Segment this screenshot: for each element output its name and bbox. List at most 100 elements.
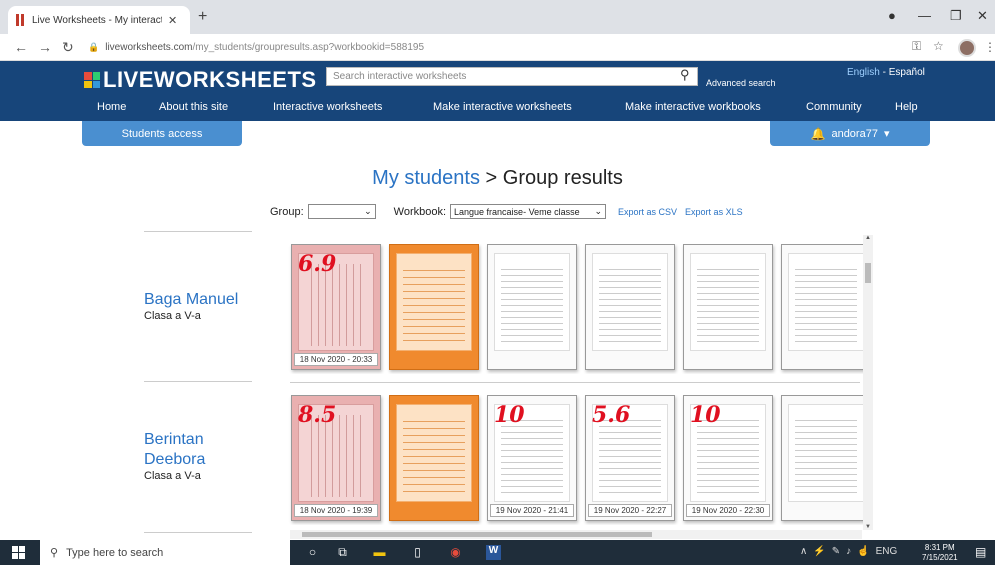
horizontal-scrollbar[interactable] [290, 530, 862, 539]
touch-icon[interactable]: ☝ [857, 546, 869, 557]
user-menu-button[interactable]: 🔔 andora77 ▾ [770, 121, 930, 146]
worksheet-score: 5.6 [592, 402, 631, 428]
star-icon[interactable]: ☆ [933, 39, 944, 53]
lang-english-link[interactable]: English [847, 67, 880, 78]
lock-icon: 🔒 [88, 42, 100, 52]
worksheet-content [501, 264, 563, 346]
chevron-down-icon: ⌄ [594, 206, 603, 216]
address-bar: ← → ↻ 🔒 liveworksheets.com/my_students/g… [0, 34, 995, 61]
browser-tab-strip: Live Worksheets - My interactive ✕ + ● —… [0, 0, 995, 34]
bell-icon: 🔔 [810, 126, 826, 141]
close-window-icon[interactable]: ✕ [977, 8, 988, 24]
scroll-down-icon[interactable]: ▼ [863, 524, 873, 530]
worksheet-card[interactable] [487, 244, 577, 370]
student-class: Clasa a V-a [144, 470, 201, 482]
scroll-thumb[interactable] [865, 263, 871, 283]
worksheet-card[interactable]: 10 19 Nov 2020 - 22:30 [683, 395, 773, 521]
scroll-thumb[interactable] [302, 532, 652, 537]
worksheet-score: 8.5 [298, 402, 337, 428]
worksheet-content [403, 415, 465, 497]
worksheet-card[interactable] [389, 244, 479, 370]
worksheet-date: 19 Nov 2020 - 22:27 [588, 504, 672, 517]
menu-icon[interactable]: ⋮ [984, 40, 995, 54]
new-tab-icon[interactable]: + [198, 8, 207, 26]
language-indicator[interactable]: ENG [876, 546, 898, 557]
nav-about[interactable]: About this site [159, 101, 228, 113]
group-select[interactable]: ⌄ [307, 204, 376, 219]
worksheet-score: 10 [494, 402, 525, 428]
volume-icon[interactable]: ♪ [846, 546, 851, 557]
worksheet-card[interactable] [585, 244, 675, 370]
logo-mark-icon [84, 72, 100, 88]
worksheet-card[interactable] [781, 244, 863, 370]
record-icon[interactable]: ● [888, 8, 896, 23]
pen-icon[interactable]: ✎ [832, 546, 840, 557]
site-logo[interactable]: LIVEWORKSHEETS [84, 67, 317, 93]
clock-time: 8:31 PM [924, 543, 955, 552]
worksheet-thumbnail [690, 253, 766, 351]
students-access-button[interactable]: Students access [82, 121, 242, 146]
cortana-icon[interactable]: ○ [305, 545, 320, 560]
nav-home[interactable]: Home [97, 101, 126, 113]
export-csv-link[interactable]: Export as CSV [618, 207, 677, 217]
word-icon[interactable]: W [486, 545, 501, 560]
forward-icon[interactable]: → [38, 39, 52, 55]
nav-make-worksheets[interactable]: Make interactive worksheets [433, 101, 572, 113]
key-icon[interactable]: ⚿ [912, 39, 921, 54]
logo-text: LIVEWORKSHEETS [103, 67, 317, 92]
student-entry: Berintan Deebora Clasa a V-a [144, 430, 205, 482]
reload-icon[interactable]: ↻ [62, 39, 74, 56]
nav-community[interactable]: Community [806, 101, 862, 113]
worksheet-card[interactable]: 5.6 19 Nov 2020 - 22:27 [585, 395, 675, 521]
nav-interactive-worksheets[interactable]: Interactive worksheets [273, 101, 382, 113]
worksheet-date: 19 Nov 2020 - 21:41 [490, 504, 574, 517]
language-switch: English - Español [847, 67, 925, 78]
workbook-select-value: Langue francaise- Veme classe [454, 206, 580, 217]
vertical-scrollbar[interactable]: ▲ ▼ [863, 235, 873, 530]
worksheet-card[interactable]: 8.5 18 Nov 2020 - 19:39 [291, 395, 381, 521]
caret-down-icon: ▾ [883, 128, 890, 140]
advanced-search-link[interactable]: Advanced search [706, 78, 776, 88]
chevron-up-icon[interactable]: ∧ [800, 546, 807, 557]
clock[interactable]: 8:31 PM 7/15/2021 [922, 543, 958, 563]
scroll-up-icon[interactable]: ▲ [863, 235, 873, 241]
username: andora77 [831, 127, 878, 140]
maximize-icon[interactable]: ❐ [950, 8, 962, 24]
profile-avatar[interactable] [958, 39, 976, 57]
file-explorer-icon[interactable]: ▬ [372, 545, 387, 560]
back-icon[interactable]: ← [14, 39, 28, 55]
search-icon: ⚲ [50, 547, 59, 559]
worksheet-content [599, 264, 661, 346]
chrome-icon[interactable]: ◉ [448, 545, 463, 560]
search-icon[interactable]: ⚲ [680, 67, 690, 83]
lang-espanol-link[interactable]: Español [889, 67, 925, 78]
tab-close-icon[interactable]: ✕ [168, 14, 177, 27]
worksheet-row: 8.5 18 Nov 2020 - 19:39 10 19 Nov 2020 - 21… [288, 395, 863, 525]
worksheet-score: 10 [690, 402, 721, 428]
nav-make-workbooks[interactable]: Make interactive workbooks [625, 101, 761, 113]
worksheet-card[interactable]: 6.9 18 Nov 2020 - 20:33 [291, 244, 381, 370]
url-path: /my_students/groupresults.asp?workbookid… [192, 42, 425, 53]
my-students-link[interactable]: My students [372, 167, 480, 189]
search-input[interactable]: Search interactive worksheets [326, 67, 698, 86]
workbook-select[interactable]: Langue francaise- Veme classe ⌄ [450, 204, 607, 219]
worksheet-card[interactable]: 10 19 Nov 2020 - 21:41 [487, 395, 577, 521]
browser-tab[interactable]: Live Worksheets - My interactive ✕ [8, 6, 190, 34]
taskbar-search[interactable]: ⚲ Type here to search [40, 540, 290, 565]
liveworksheets-favicon-icon [16, 14, 26, 26]
nav-help[interactable]: Help [895, 101, 918, 113]
network-icon[interactable]: ⚡ [813, 546, 825, 557]
export-xls-link[interactable]: Export as XLS [685, 207, 743, 217]
task-view-icon[interactable]: ⧉ [335, 545, 350, 560]
student-name-link[interactable]: Berintan Deebora [144, 430, 205, 470]
notification-icon[interactable]: ▤ [975, 545, 986, 559]
worksheet-card[interactable] [683, 244, 773, 370]
document-icon[interactable]: ▯ [410, 545, 425, 560]
worksheet-card[interactable] [389, 395, 479, 521]
url-field[interactable]: 🔒 liveworksheets.com/my_students/groupre… [88, 37, 888, 58]
worksheet-card[interactable] [781, 395, 863, 521]
minimize-icon[interactable]: — [918, 8, 931, 23]
student-name-link[interactable]: Baga Manuel [144, 290, 238, 310]
windows-start-icon[interactable] [12, 546, 25, 559]
worksheet-thumbnail [788, 404, 863, 502]
